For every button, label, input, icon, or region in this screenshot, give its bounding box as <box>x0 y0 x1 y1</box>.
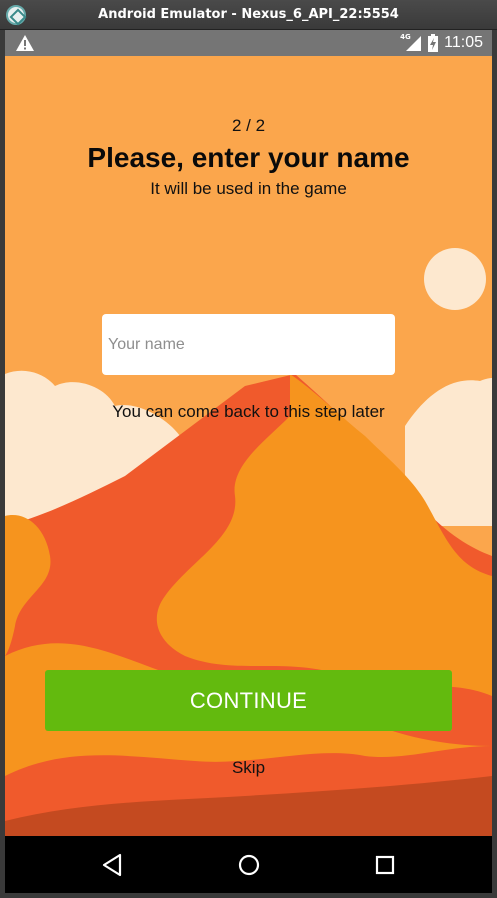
continue-button[interactable]: CONTINUE <box>45 670 452 731</box>
network-type-label: 4G <box>400 33 411 41</box>
page-title: Please, enter your name <box>87 142 410 173</box>
battery-icon <box>428 34 439 52</box>
recents-icon[interactable] <box>370 850 400 880</box>
step-counter: 2 / 2 <box>231 116 266 135</box>
warning-icon <box>16 35 34 51</box>
name-input[interactable] <box>102 314 395 375</box>
navigation-bar <box>5 836 492 893</box>
emulator-titlebar: Android Emulator - Nexus_6_API_22:5554 <box>0 0 497 30</box>
hint-text: You can come back to this step later <box>112 402 385 421</box>
onboarding-screen: 2 / 2 Please, enter your name It will be… <box>5 56 492 836</box>
status-time: 11:05 <box>444 34 483 51</box>
signal-icon: 4G <box>400 33 422 52</box>
home-icon[interactable] <box>234 850 264 880</box>
back-icon[interactable] <box>98 850 128 880</box>
page-subtitle: It will be used in the game <box>150 179 347 198</box>
skip-button[interactable]: Skip <box>5 758 492 778</box>
sun <box>424 248 486 310</box>
status-bar: 4G 11:05 <box>5 30 492 56</box>
window-title: Android Emulator - Nexus_6_API_22:5554 <box>98 7 399 22</box>
